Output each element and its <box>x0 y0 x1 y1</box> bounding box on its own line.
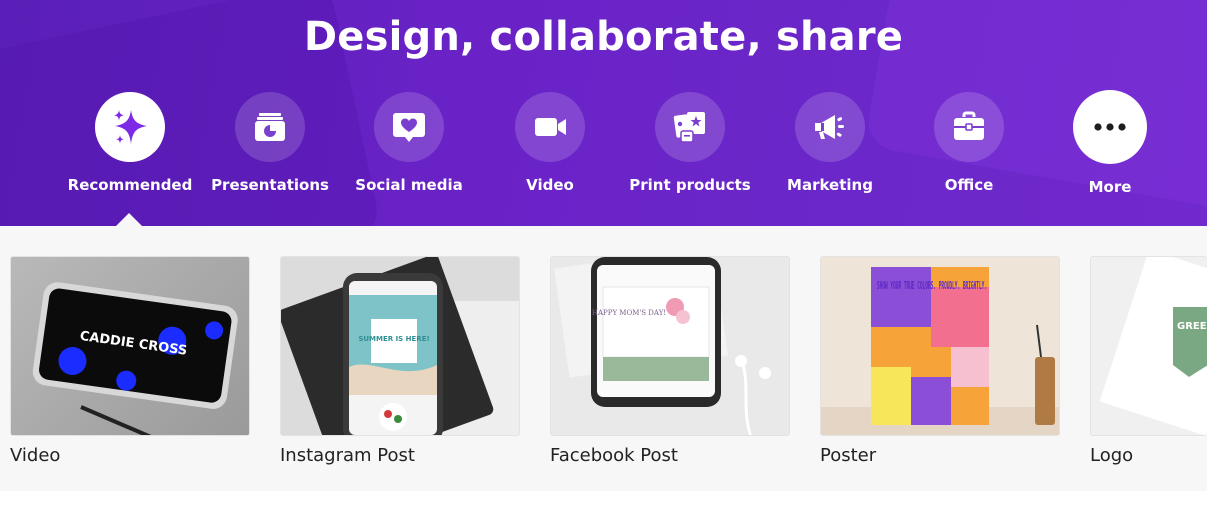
category-label: Print products <box>629 176 751 194</box>
thumb-text: GREEN FRESH <box>1177 321 1207 332</box>
video-camera-icon <box>535 118 566 136</box>
category-label: Presentations <box>211 176 329 194</box>
hero-title: Design, collaborate, share <box>303 14 904 60</box>
category-label: More <box>1088 178 1132 196</box>
template-label: Instagram Post <box>280 445 415 466</box>
hero-banner: Design, collaborate, share Recommended P… <box>0 0 1207 226</box>
more-dots-icon <box>1094 123 1126 131</box>
megaphone-icon <box>815 115 844 139</box>
category-icon-circle <box>655 92 725 162</box>
category-icon-circle <box>235 92 305 162</box>
heart-chat-icon <box>393 113 425 142</box>
category-recommended[interactable]: Recommended <box>60 92 200 194</box>
video-mockup-image: CADDIE CROSS <box>32 282 238 435</box>
category-social-media[interactable]: Social media <box>339 92 479 194</box>
category-icon-circle <box>95 92 165 162</box>
template-card-video[interactable]: CADDIE CROSS Video <box>10 256 250 466</box>
active-category-caret <box>116 213 142 226</box>
category-label: Marketing <box>787 176 873 194</box>
category-label: Social media <box>355 176 463 194</box>
category-icon-circle <box>934 92 1004 162</box>
template-thumbnail: HAPPY MOM'S DAY! <box>550 256 790 436</box>
thumb-text: SUMMER IS HERE! <box>358 335 429 343</box>
category-marketing[interactable]: Marketing <box>760 92 900 194</box>
template-card-instagram-post[interactable]: SUMMER IS HERE! Instagram Post <box>280 256 520 466</box>
logo-mockup-image: GREEN FRESH <box>1099 257 1207 435</box>
template-card-facebook-post[interactable]: HAPPY MOM'S DAY! Facebook Post <box>550 256 790 466</box>
category-label: Video <box>526 176 574 194</box>
template-card-poster[interactable]: SHOW YOUR TRUE COLORS. PROUDLY. BRIGHTLY… <box>820 256 1060 466</box>
print-products-icon <box>673 112 705 143</box>
template-thumbnail: SHOW YOUR TRUE COLORS. PROUDLY. BRIGHTLY… <box>820 256 1060 436</box>
thumb-text: HAPPY MOM'S DAY! <box>592 309 666 317</box>
category-office[interactable]: Office <box>899 92 1039 194</box>
category-label: Recommended <box>67 176 193 194</box>
template-thumbnail: GREEN FRESH <box>1090 256 1207 436</box>
template-label: Logo <box>1090 445 1134 466</box>
instagram-mockup-image: SUMMER IS HERE! <box>281 257 519 435</box>
sparkle-icon <box>114 110 147 144</box>
template-label: Facebook Post <box>550 445 678 466</box>
category-print-products[interactable]: Print products <box>620 92 760 194</box>
category-presentations[interactable]: Presentations <box>200 92 340 194</box>
category-more[interactable]: More <box>1040 90 1180 196</box>
template-label: Poster <box>820 445 877 466</box>
poster-mockup-image: SHOW YOUR TRUE COLORS. PROUDLY. BRIGHTLY… <box>821 267 1059 435</box>
category-icon-circle <box>374 92 444 162</box>
category-icon-circle <box>795 92 865 162</box>
category-video[interactable]: Video <box>480 92 620 194</box>
template-card-logo[interactable]: GREEN FRESH Logo <box>1090 256 1207 466</box>
category-icon-circle <box>515 92 585 162</box>
facebook-mockup-image: HAPPY MOM'S DAY! <box>554 257 771 435</box>
category-label: Office <box>944 176 994 194</box>
template-thumbnail: SUMMER IS HERE! <box>280 256 520 436</box>
template-label: Video <box>10 445 61 466</box>
presentation-icon <box>255 113 285 141</box>
template-thumbnail: CADDIE CROSS <box>10 256 250 436</box>
category-icon-circle <box>1073 90 1147 164</box>
thumb-text: SHOW YOUR TRUE COLORS. PROUDLY. BRIGHTLY… <box>877 279 987 292</box>
briefcase-icon <box>954 111 984 140</box>
